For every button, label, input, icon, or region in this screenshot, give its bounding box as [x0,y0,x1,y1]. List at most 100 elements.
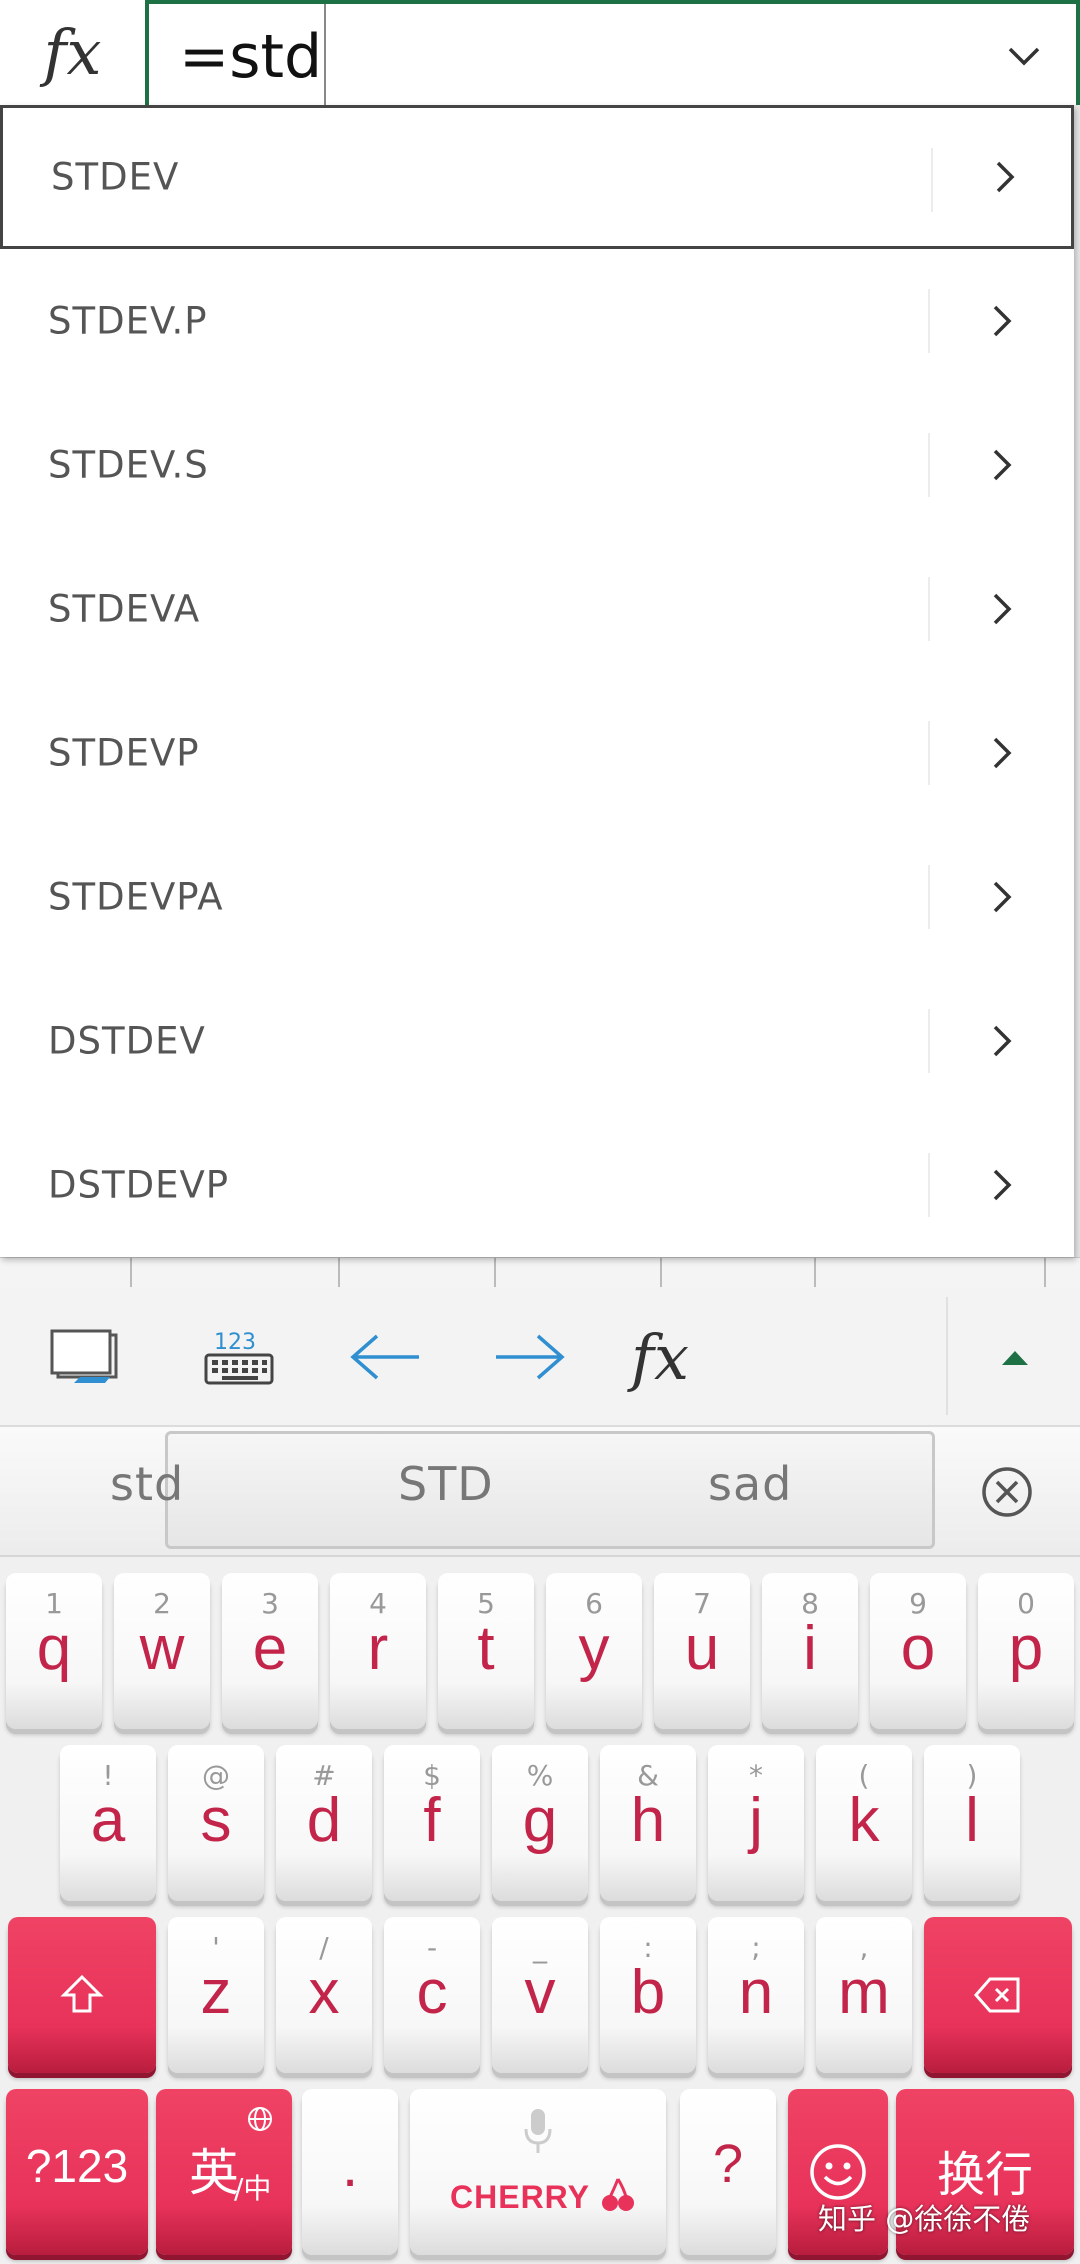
keyboard-hide-icon [50,1329,118,1383]
key-label: q [36,1614,72,1683]
grid-line [1044,1258,1046,1287]
suggestion-label: DSTDEV [48,1019,206,1063]
key-b[interactable]: :b [600,1917,696,2073]
chevron-right-icon[interactable] [985,1019,1019,1063]
key-s[interactable]: @ s [168,1745,264,1901]
suggestion-item[interactable]: STDEV.S [0,393,1074,537]
key-label: h [630,1786,666,1855]
key-i[interactable]: 8i [762,1573,858,1729]
suggestion-item[interactable]: STDEV.P [0,249,1074,393]
shift-icon [60,1974,104,2013]
chevron-right-icon[interactable] [985,731,1019,775]
insert-function-button[interactable]: fx [600,1287,720,1427]
key-m[interactable]: ,m [816,1917,912,2073]
text-caret [324,4,326,105]
suggestion-item[interactable]: DSTDEV [0,969,1074,1113]
keyboard-hide-button[interactable] [30,1287,140,1427]
suggestion-label: STDEV [51,155,180,199]
key-y[interactable]: 6y [546,1573,642,1729]
suggestion-item[interactable]: STDEVA [0,537,1074,681]
grid-line [494,1258,496,1287]
key-label: c [416,1958,448,2027]
close-candidates-icon[interactable] [980,1465,1034,1519]
key-label: j [749,1786,763,1855]
shift-key[interactable] [8,1917,156,2073]
arrow-right-icon [496,1334,565,1380]
suggestion-item[interactable]: STDEVP [0,681,1074,825]
key-label: p [1008,1614,1044,1683]
divider [928,433,930,497]
key-z[interactable]: ' z [168,1917,264,2073]
candidate-word[interactable]: STD [398,1457,494,1511]
key-c[interactable]: -c [384,1917,480,2073]
arrow-left-icon [350,1334,419,1380]
key-t[interactable]: 5t [438,1573,534,1729]
candidate-word[interactable]: sad [708,1457,792,1511]
key-label: a [90,1786,126,1855]
key-p[interactable]: 0p [978,1573,1074,1729]
question-key[interactable]: ? [680,2089,776,2255]
suggestion-item[interactable]: STDEV [0,105,1074,249]
key-label: t [477,1614,495,1683]
candidate-word[interactable]: std [110,1457,184,1511]
key-a[interactable]: ! a [60,1745,156,1901]
key-label: r [367,1614,389,1683]
suggestion-item[interactable]: DSTDEVP [0,1113,1074,1257]
cursor-left-button[interactable] [325,1287,445,1427]
fx-icon[interactable]: fx [0,0,145,105]
numeric-keyboard-button[interactable]: 123 [180,1287,300,1427]
chevron-right-icon[interactable] [985,587,1019,631]
suggestion-item[interactable]: STDEVPA [0,825,1074,969]
backspace-key[interactable] [924,1917,1072,2073]
divider [928,289,930,353]
key-d[interactable]: # d [276,1745,372,1901]
chevron-down-icon[interactable] [1002,34,1046,78]
key-label: m [838,1958,890,2027]
key-n[interactable]: ; n [708,1917,804,2073]
expand-toolbar-button[interactable] [960,1287,1070,1427]
key-label: k [848,1786,880,1855]
backspace-icon [974,1977,1020,2013]
key-w[interactable]: 2w [114,1573,210,1729]
key-r[interactable]: 4r [330,1573,426,1729]
grid-line [660,1258,662,1287]
key-q[interactable]: 1q [6,1573,102,1729]
period-key[interactable]: . [302,2089,398,2255]
chevron-right-icon[interactable] [985,299,1019,343]
suggestion-label: STDEV.P [48,299,208,343]
key-u[interactable]: 7u [654,1573,750,1729]
space-key[interactable]: CHERRY [410,2089,666,2255]
key-o[interactable]: 9o [870,1573,966,1729]
key-label: g [522,1786,558,1855]
numeric-keyboard-icon: 123 [204,1330,274,1385]
formula-bar: fx =std [0,0,1080,105]
key-x[interactable]: / x [276,1917,372,2073]
key-j[interactable]: * j [708,1745,804,1901]
key-e[interactable]: 3e [222,1573,318,1729]
key-k[interactable]: (k [816,1745,912,1901]
key-label: d [306,1786,342,1855]
formula-input[interactable]: =std [145,0,1080,105]
divider [931,148,933,212]
candidate-highlight [165,1431,935,1549]
function-suggestion-list: STDEV STDEV.P STDEV.S STDEVA STDEVP STDE… [0,105,1074,1257]
key-l[interactable]: ) l [924,1745,1020,1901]
key-label: x [308,1958,340,2027]
key-label: f [423,1786,441,1855]
key-label: i [803,1614,817,1683]
brand-logo: CHERRY [450,2179,590,2215]
chevron-right-icon[interactable] [985,875,1019,919]
suggestion-label: STDEVPA [48,875,224,919]
symbols-key[interactable]: ?123 [6,2089,148,2255]
key-v[interactable]: _ v [492,1917,588,2073]
chevron-right-icon[interactable] [985,1163,1019,1207]
chevron-right-icon[interactable] [985,443,1019,487]
emoji-icon [810,2144,866,2200]
spreadsheet-grid[interactable] [0,1257,1080,1287]
key-f[interactable]: $ f [384,1745,480,1901]
language-switch-key[interactable]: 英 /中 [156,2089,292,2255]
chevron-right-icon[interactable] [988,155,1022,199]
key-h[interactable]: & h [600,1745,696,1901]
key-g[interactable]: % g [492,1745,588,1901]
cursor-right-button[interactable] [470,1287,590,1427]
